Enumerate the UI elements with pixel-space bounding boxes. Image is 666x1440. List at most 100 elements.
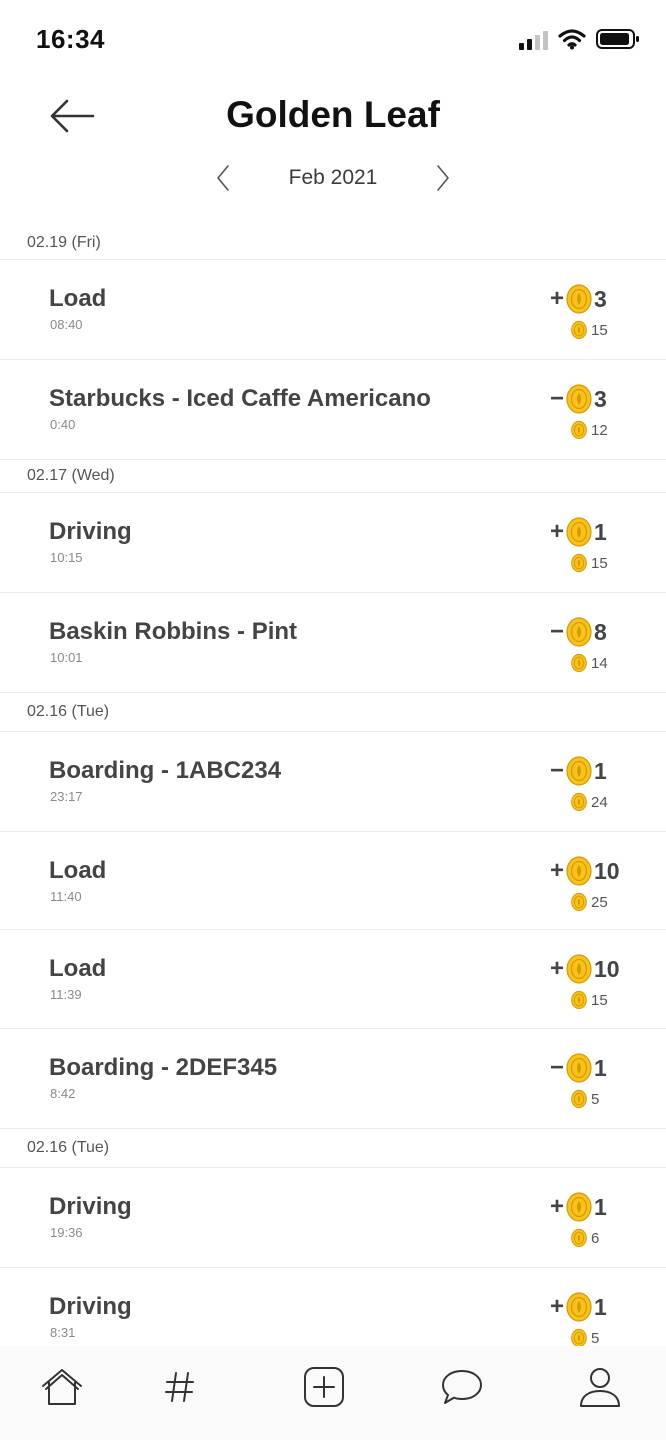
transaction-time: 11:39 (50, 987, 82, 1002)
transaction-row[interactable]: Load 11:39 + 10 15 (0, 930, 666, 1029)
balance-value: 14 (591, 654, 608, 672)
coin-icon (571, 1228, 587, 1248)
coin-icon (571, 420, 587, 440)
amount-sign: − (549, 1054, 564, 1081)
amount-sign: + (549, 285, 564, 312)
transaction-balance: 24 (571, 792, 608, 812)
transaction-balance: 15 (571, 553, 608, 573)
amount-sign: + (549, 1193, 564, 1220)
balance-value: 24 (591, 793, 608, 811)
transaction-amount: + 1 (548, 517, 607, 547)
date-header: 02.16 (Tue) (0, 1129, 666, 1168)
transaction-title: Load (49, 857, 107, 884)
transaction-time: 19:36 (50, 1225, 83, 1240)
coin-icon (566, 284, 592, 314)
header: Golden Leaf Feb 2021 (0, 80, 666, 220)
coin-icon (566, 954, 592, 984)
nav-hashtag-button[interactable] (156, 1364, 204, 1410)
transaction-time: 0:40 (50, 417, 76, 432)
transaction-time: 8:42 (50, 1086, 76, 1101)
transaction-row[interactable]: Baskin Robbins - Pint 10:01 − 8 14 (0, 593, 666, 693)
status-time: 16:34 (36, 24, 105, 54)
balance-value: 15 (591, 991, 608, 1009)
next-month-button[interactable] (428, 161, 458, 195)
balance-value: 5 (591, 1329, 600, 1347)
transaction-time: 10:15 (50, 550, 83, 565)
amount-sign: − (549, 385, 564, 412)
chat-icon (442, 1370, 482, 1404)
transaction-row[interactable]: Boarding - 1ABC234 23:17 − 1 24 (0, 732, 666, 832)
transaction-balance: 15 (571, 990, 608, 1010)
transaction-time: 10:01 (50, 650, 83, 665)
amount-value: 1 (594, 518, 607, 545)
balance-value: 25 (591, 893, 608, 911)
amount-sign: + (549, 857, 564, 884)
transaction-row[interactable]: Load 11:40 + 10 25 (0, 832, 666, 930)
transaction-title: Boarding - 1ABC234 (49, 757, 282, 784)
amount-value: 1 (594, 757, 607, 784)
transaction-title: Baskin Robbins - Pint (49, 618, 298, 645)
hashtag-icon (165, 1372, 194, 1402)
transaction-balance: 6 (571, 1228, 599, 1248)
transaction-row[interactable]: Driving 10:15 + 1 15 (0, 493, 666, 593)
transaction-balance: 5 (571, 1328, 599, 1348)
coin-icon (571, 1328, 587, 1348)
amount-value: 3 (594, 385, 607, 412)
transaction-balance: 14 (571, 653, 608, 673)
status-bar: 16:34 (0, 0, 666, 80)
nav-add-button[interactable] (300, 1364, 348, 1410)
transaction-amount: + 10 (548, 856, 620, 886)
transaction-amount: + 10 (548, 954, 620, 984)
transaction-balance: 12 (571, 420, 608, 440)
nav-profile-button[interactable] (576, 1364, 624, 1410)
transaction-time: 23:17 (50, 789, 83, 804)
coin-icon (571, 320, 587, 340)
transaction-row[interactable]: Starbucks - Iced Caffe Americano 0:40 − … (0, 360, 666, 460)
transaction-title: Load (49, 955, 107, 982)
transaction-balance: 15 (571, 320, 608, 340)
coin-icon (566, 384, 592, 414)
add-icon (304, 1367, 344, 1407)
transaction-title: Boarding - 2DEF345 (49, 1054, 278, 1081)
amount-sign: + (549, 1293, 564, 1320)
transaction-amount: − 3 (548, 384, 607, 414)
coin-icon (566, 617, 592, 647)
coin-icon (571, 990, 587, 1010)
amount-value: 1 (594, 1054, 607, 1081)
chevron-left-icon (217, 165, 229, 191)
coin-icon (571, 892, 587, 912)
coin-icon (571, 553, 587, 573)
transaction-time: 8:31 (50, 1325, 76, 1340)
transaction-title: Driving (49, 518, 132, 545)
balance-value: 5 (591, 1090, 600, 1108)
transaction-amount: + 1 (548, 1292, 607, 1322)
transaction-row[interactable]: Load 08:40 + 3 15 (0, 260, 666, 360)
coin-icon (566, 1292, 592, 1322)
previous-month-button[interactable] (208, 161, 238, 195)
amount-value: 1 (594, 1193, 607, 1220)
battery-icon (596, 29, 639, 49)
transaction-amount: − 1 (548, 756, 607, 786)
coin-icon (571, 1089, 587, 1109)
amount-value: 8 (594, 618, 607, 645)
transaction-title: Starbucks - Iced Caffe Americano (49, 385, 431, 412)
amount-sign: − (549, 618, 564, 645)
date-header: 02.19 (Fri) (0, 227, 666, 260)
coin-icon (566, 756, 592, 786)
transaction-amount: − 1 (548, 1053, 607, 1083)
nav-home-button[interactable] (38, 1364, 86, 1410)
amount-sign: − (549, 757, 564, 784)
transaction-time: 08:40 (50, 317, 83, 332)
chevron-right-icon (437, 165, 449, 191)
status-icons (519, 28, 640, 50)
coin-icon (571, 792, 587, 812)
nav-chat-button[interactable] (438, 1364, 486, 1410)
transaction-title: Load (49, 285, 107, 312)
transaction-amount: + 3 (548, 284, 607, 314)
profile-icon (580, 1368, 620, 1407)
transaction-amount: + 1 (548, 1192, 607, 1222)
transaction-row[interactable]: Boarding - 2DEF345 8:42 − 1 5 (0, 1029, 666, 1129)
month-navigator: Feb 2021 (0, 158, 666, 198)
transaction-row[interactable]: Driving 19:36 + 1 6 (0, 1168, 666, 1268)
date-header: 02.16 (Tue) (0, 693, 666, 732)
